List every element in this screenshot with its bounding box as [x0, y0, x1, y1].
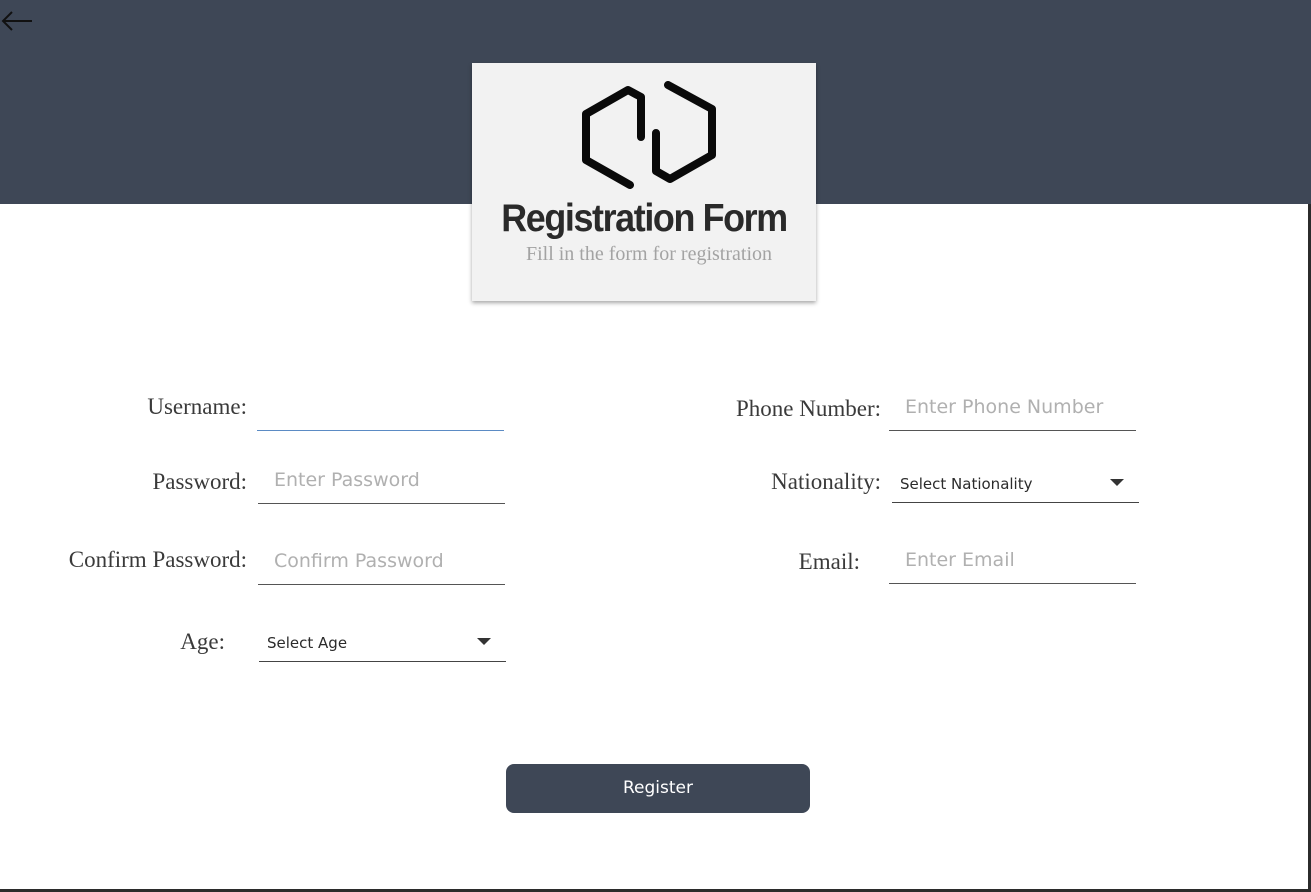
page-title: Registration Form [501, 197, 788, 240]
username-label: Username: [147, 394, 247, 419]
password-label: Password: [152, 469, 247, 494]
header-card: Registration Form Fill in the form for r… [472, 63, 816, 301]
nationality-select[interactable]: Select Nationality [892, 457, 1139, 503]
back-button[interactable] [0, 4, 34, 38]
email-field[interactable] [889, 536, 1136, 584]
age-select-value: Select Age [267, 634, 348, 652]
caret-down-icon [1110, 479, 1124, 486]
confirm-password-label: Confirm Password: [68, 547, 247, 572]
caret-down-icon [477, 638, 491, 645]
nationality-label: Nationality: [771, 469, 881, 494]
phone-number-label: Phone Number: [735, 396, 881, 421]
hexagon-link-logo [582, 81, 716, 189]
arrow-left-icon [1, 11, 32, 31]
confirm-password-field[interactable] [258, 537, 505, 585]
age-label: Age: [180, 629, 225, 654]
page-subtitle: Fill in the form for registration [525, 243, 773, 265]
email-label: Email: [798, 549, 860, 574]
phone-number-field[interactable] [889, 383, 1136, 431]
register-button[interactable]: Register [506, 764, 810, 813]
password-field[interactable] [258, 456, 505, 504]
nationality-select-value: Select Nationality [900, 475, 1033, 493]
username-field[interactable] [257, 383, 504, 431]
age-select[interactable]: Select Age [259, 616, 506, 662]
